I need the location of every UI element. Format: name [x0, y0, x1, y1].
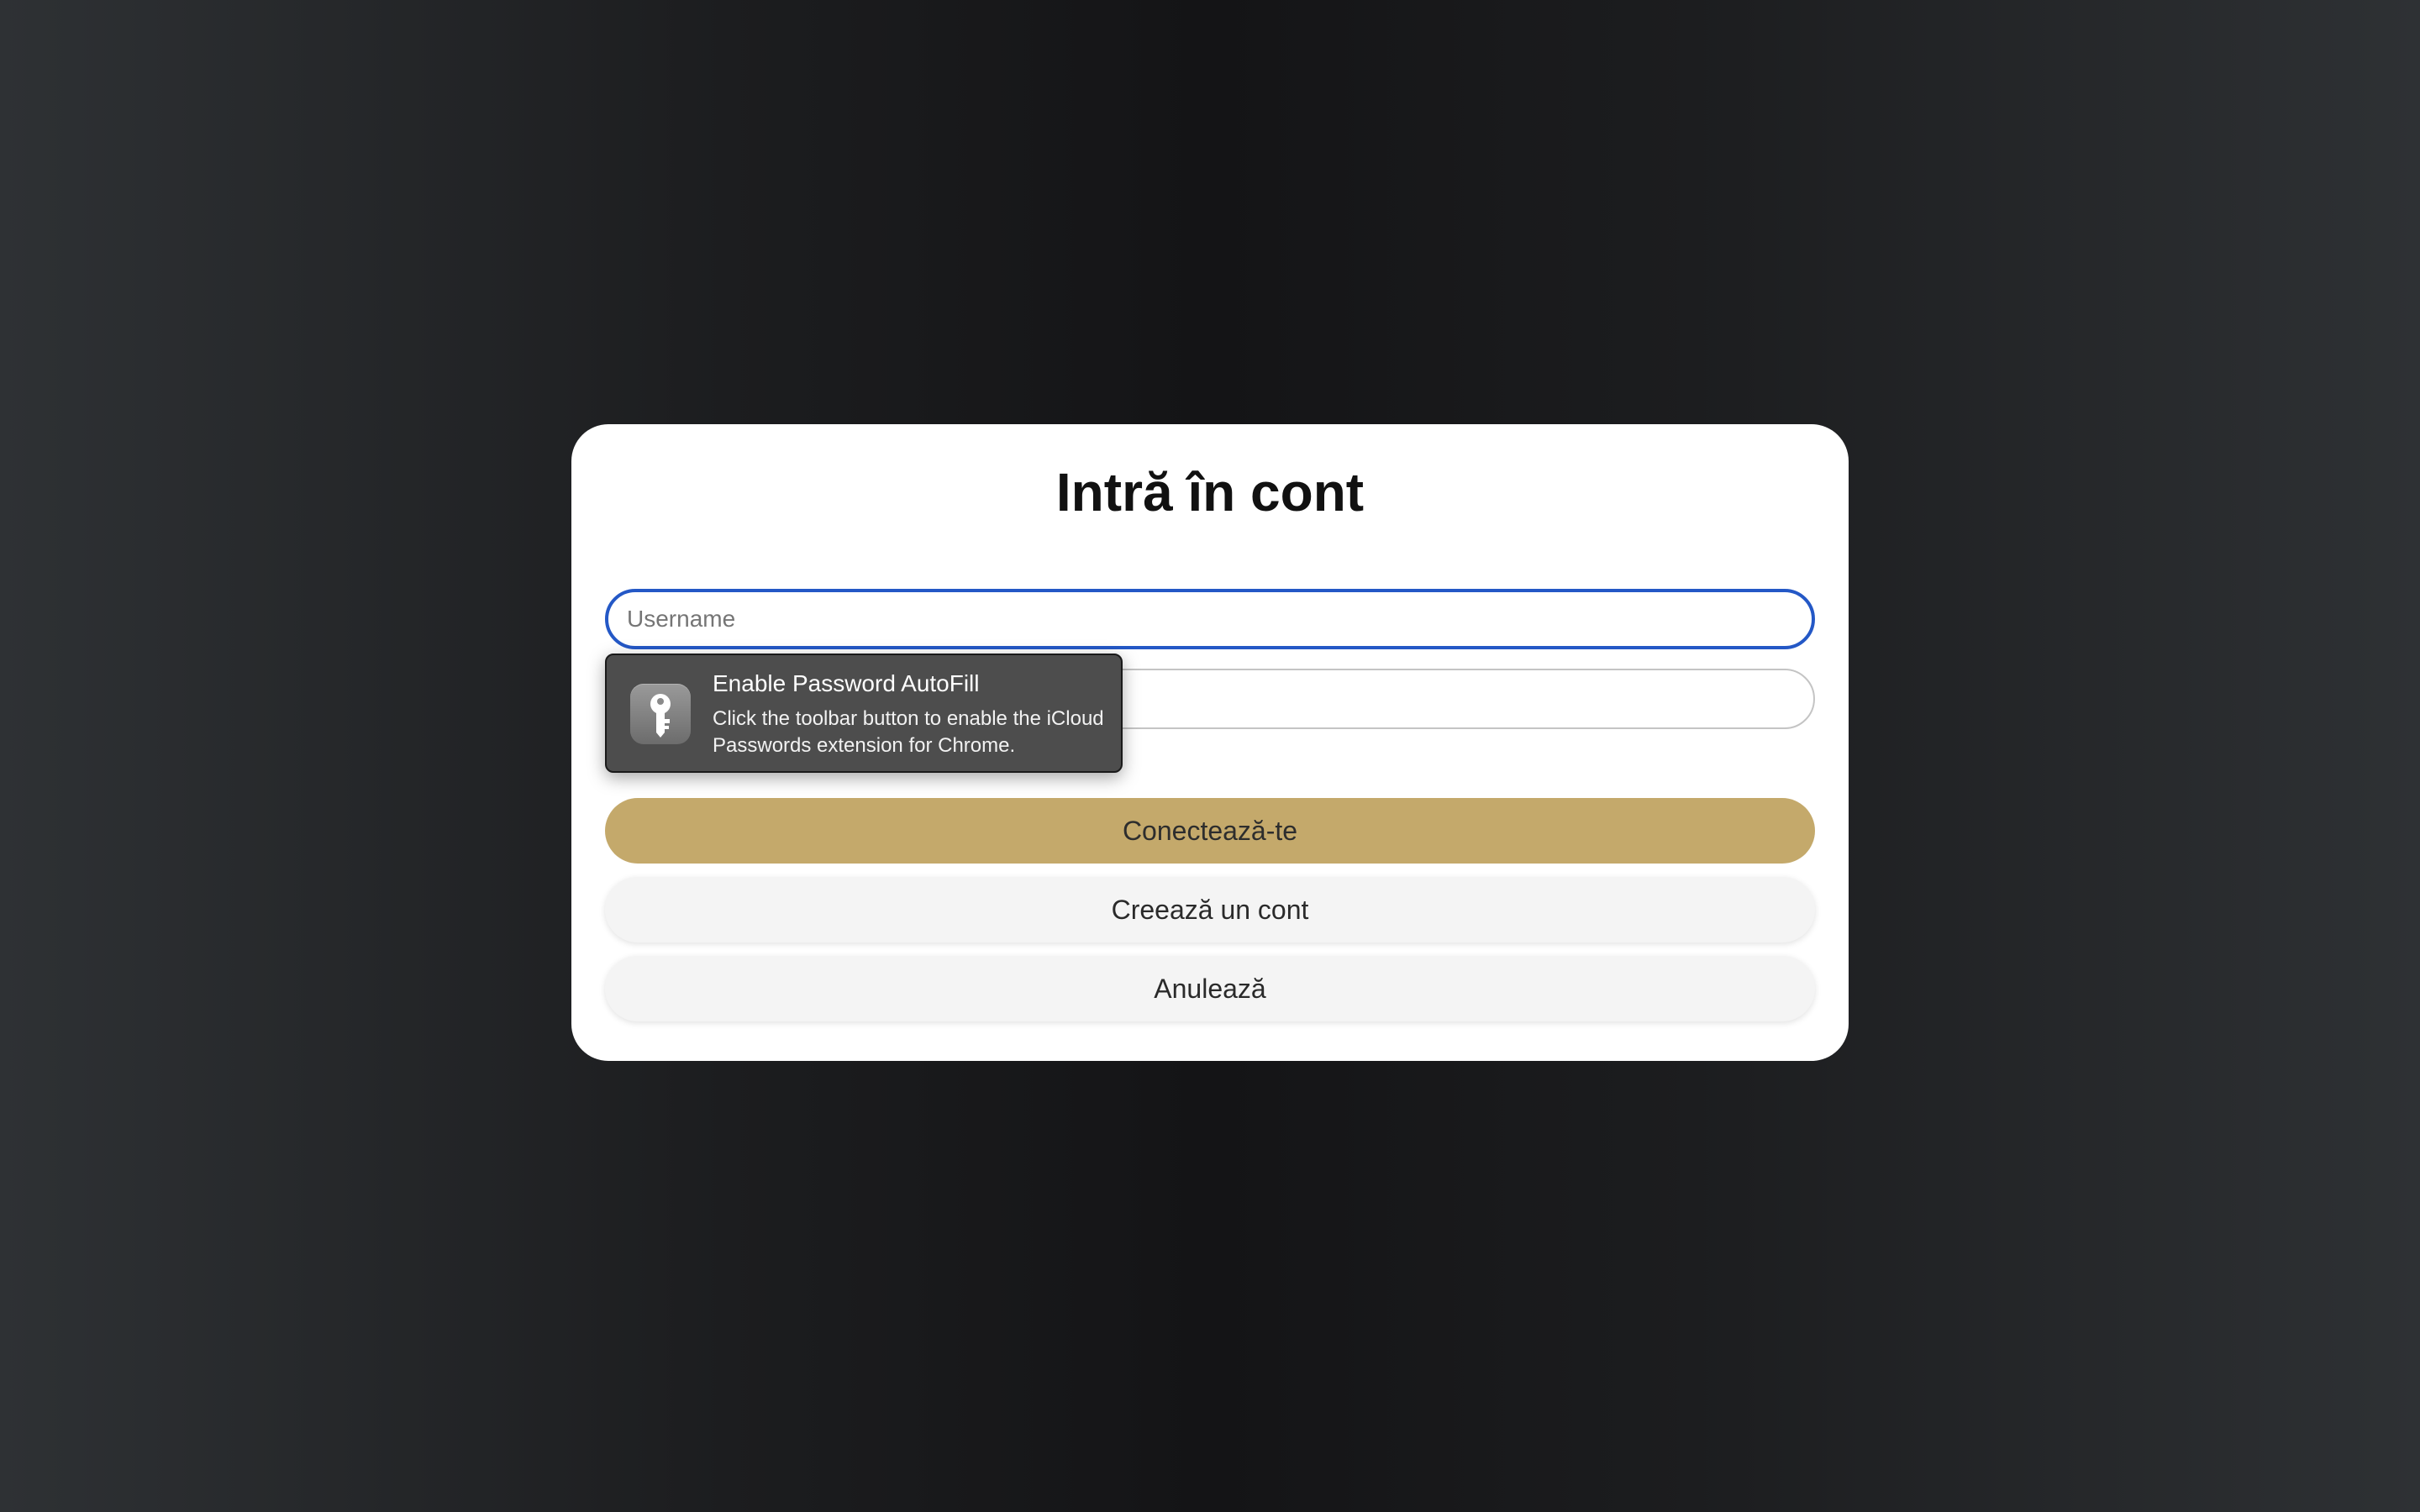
connect-button[interactable]: Conectează-te — [605, 798, 1815, 864]
page-title: Intră în cont — [1055, 462, 1365, 522]
autofill-description: Click the toolbar button to enable the i… — [713, 707, 1104, 757]
create-account-button[interactable]: Creează un cont — [605, 877, 1815, 942]
autofill-title: Enable Password AutoFill — [713, 670, 980, 696]
username-input[interactable] — [605, 589, 1815, 649]
cancel-button[interactable]: Anulează — [605, 956, 1815, 1021]
password-autofill-popup[interactable]: Enable Password AutoFill Click the toolb… — [605, 654, 1123, 773]
key-icon — [630, 684, 691, 744]
